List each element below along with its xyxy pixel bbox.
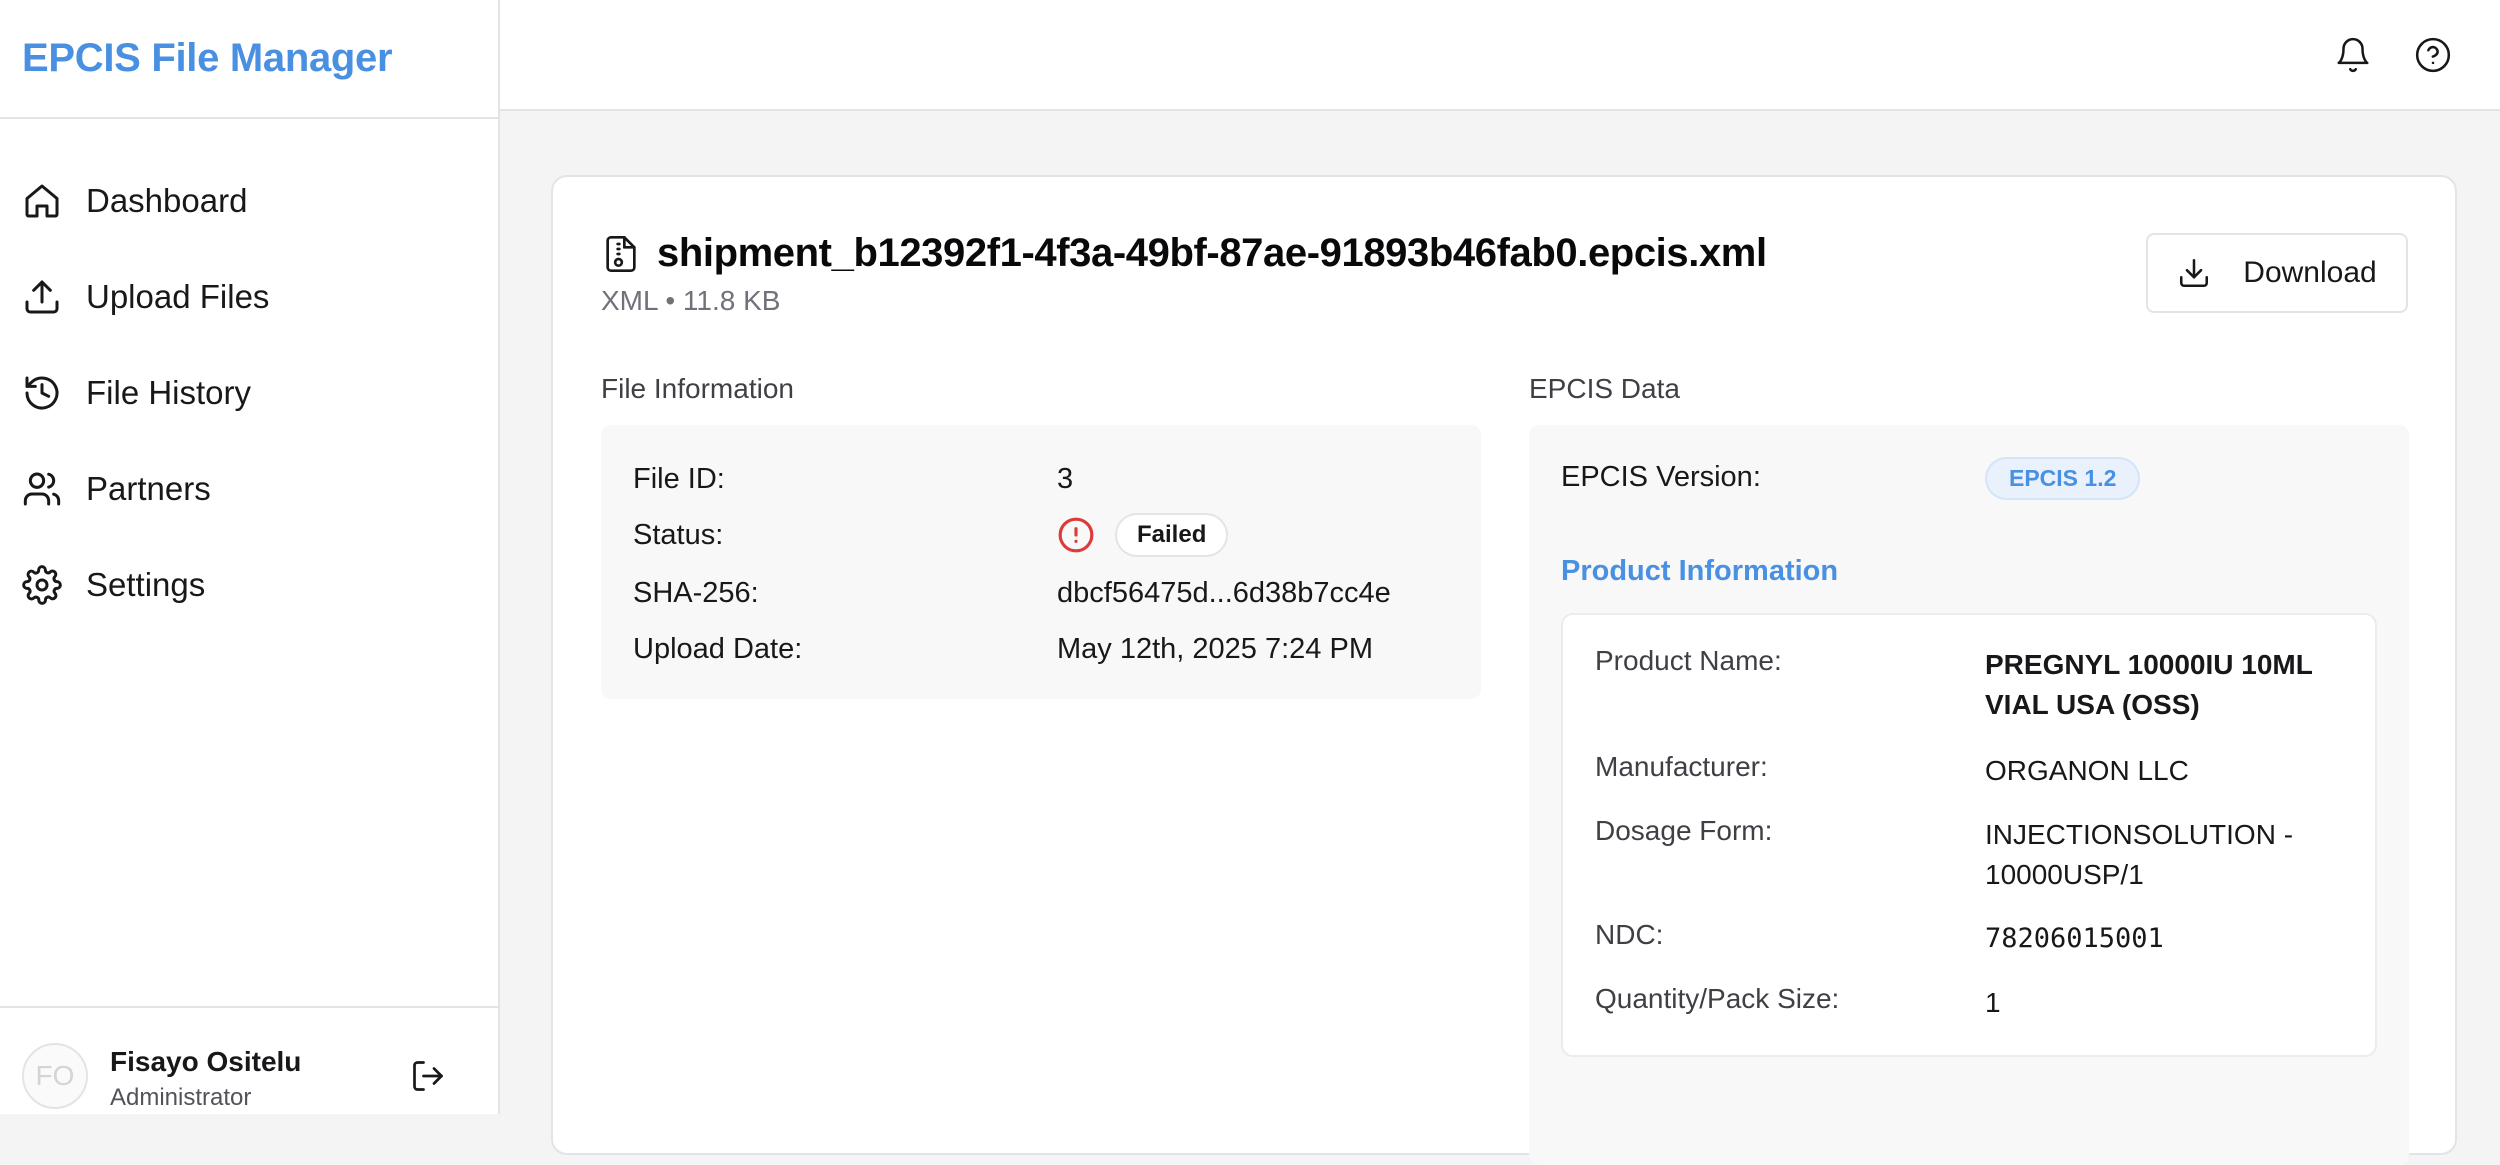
sidebar-item-dashboard[interactable]: Dashboard bbox=[0, 153, 498, 249]
product-value: 1 bbox=[1985, 987, 2001, 1018]
user-meta: Fisayo Ositelu Administrator bbox=[110, 1046, 301, 1112]
file-title-row: shipment_b12392f1-4f3a-49bf-87ae-91893b4… bbox=[601, 231, 1767, 276]
user-panel: FO Fisayo Ositelu Administrator bbox=[0, 1006, 498, 1114]
sidebar-nav: Dashboard Upload Files File History Part… bbox=[0, 119, 498, 633]
product-value: INJECTIONSOLUTION - 10000USP/1 bbox=[1985, 819, 2294, 890]
alert-circle-icon bbox=[1057, 516, 1095, 554]
app-title: EPCIS File Manager bbox=[0, 0, 498, 119]
info-label: SHA-256: bbox=[633, 577, 759, 609]
epcis-version-label: EPCIS Version: bbox=[1561, 461, 1761, 493]
sidebar-item-label: Dashboard bbox=[86, 182, 248, 219]
product-value: PREGNYL 10000IU 10ML VIAL USA (OSS) bbox=[1985, 649, 2313, 720]
sidebar-item-partners[interactable]: Partners bbox=[0, 441, 498, 537]
product-value: ORGANON LLC bbox=[1985, 755, 2189, 786]
sidebar-item-upload-files[interactable]: Upload Files bbox=[0, 249, 498, 345]
file-name: shipment_b12392f1-4f3a-49bf-87ae-91893b4… bbox=[657, 231, 1767, 275]
epcis-data-panel: EPCIS Version: EPCIS 1.2 Product Informa… bbox=[1529, 425, 2409, 1165]
product-label: Manufacturer: bbox=[1595, 751, 1768, 782]
user-role: Administrator bbox=[110, 1084, 252, 1111]
file-meta: XML • 11.8 KB bbox=[601, 285, 781, 316]
user-name: Fisayo Ositelu bbox=[110, 1046, 302, 1077]
file-information-heading: File Information bbox=[601, 373, 794, 404]
top-header bbox=[500, 0, 2500, 111]
avatar: FO bbox=[22, 1043, 88, 1109]
file-archive-icon bbox=[601, 233, 641, 275]
info-label: File ID: bbox=[633, 463, 725, 495]
product-information-heading: Product Information bbox=[1561, 555, 1839, 587]
sidebar-item-label: Upload Files bbox=[86, 278, 270, 315]
status-value: Failed bbox=[1057, 513, 1229, 557]
upload-icon bbox=[22, 277, 62, 317]
history-icon bbox=[22, 373, 62, 413]
help-circle-icon[interactable] bbox=[2414, 36, 2452, 74]
info-label: Upload Date: bbox=[633, 633, 803, 665]
file-detail-card: shipment_b12392f1-4f3a-49bf-87ae-91893b4… bbox=[551, 175, 2457, 1165]
download-label: Download bbox=[2243, 256, 2377, 289]
sidebar-item-label: File History bbox=[86, 374, 252, 411]
home-icon bbox=[22, 181, 62, 221]
info-label: Status: bbox=[633, 519, 724, 551]
gear-icon bbox=[22, 565, 62, 605]
info-value: 3 bbox=[1057, 463, 1074, 495]
epcis-version-badge: EPCIS 1.2 bbox=[1985, 457, 2141, 500]
bell-icon[interactable] bbox=[2334, 36, 2372, 74]
logout-icon[interactable] bbox=[410, 1058, 446, 1094]
product-label: Quantity/Pack Size: bbox=[1595, 983, 1840, 1014]
product-label: Dosage Form: bbox=[1595, 815, 1773, 846]
download-icon bbox=[2180, 258, 2209, 288]
epcis-data-heading: EPCIS Data bbox=[1529, 373, 1680, 404]
users-icon bbox=[22, 469, 62, 509]
sidebar: EPCIS File Manager Dashboard Upload File… bbox=[0, 0, 500, 1114]
product-label: NDC: bbox=[1595, 919, 1664, 950]
sidebar-item-label: Partners bbox=[86, 470, 211, 507]
info-value: May 12th, 2025 7:24 PM bbox=[1057, 633, 1373, 665]
sidebar-item-file-history[interactable]: File History bbox=[0, 345, 498, 441]
sidebar-item-label: Settings bbox=[86, 566, 206, 603]
download-button[interactable]: Download bbox=[2146, 233, 2408, 313]
product-information-card: Product Name: PREGNYL 10000IU 10ML VIAL … bbox=[1561, 613, 2377, 1057]
info-value: dbcf56475d...6d38b7cc4e bbox=[1057, 577, 1391, 609]
product-value: 78206015001 bbox=[1985, 923, 2164, 954]
status-badge: Failed bbox=[1115, 513, 1229, 557]
file-information-panel: File ID: 3 Status: Failed SHA-256: dbcf5… bbox=[601, 425, 1481, 699]
sidebar-item-settings[interactable]: Settings bbox=[0, 537, 498, 633]
product-label: Product Name: bbox=[1595, 645, 1782, 676]
